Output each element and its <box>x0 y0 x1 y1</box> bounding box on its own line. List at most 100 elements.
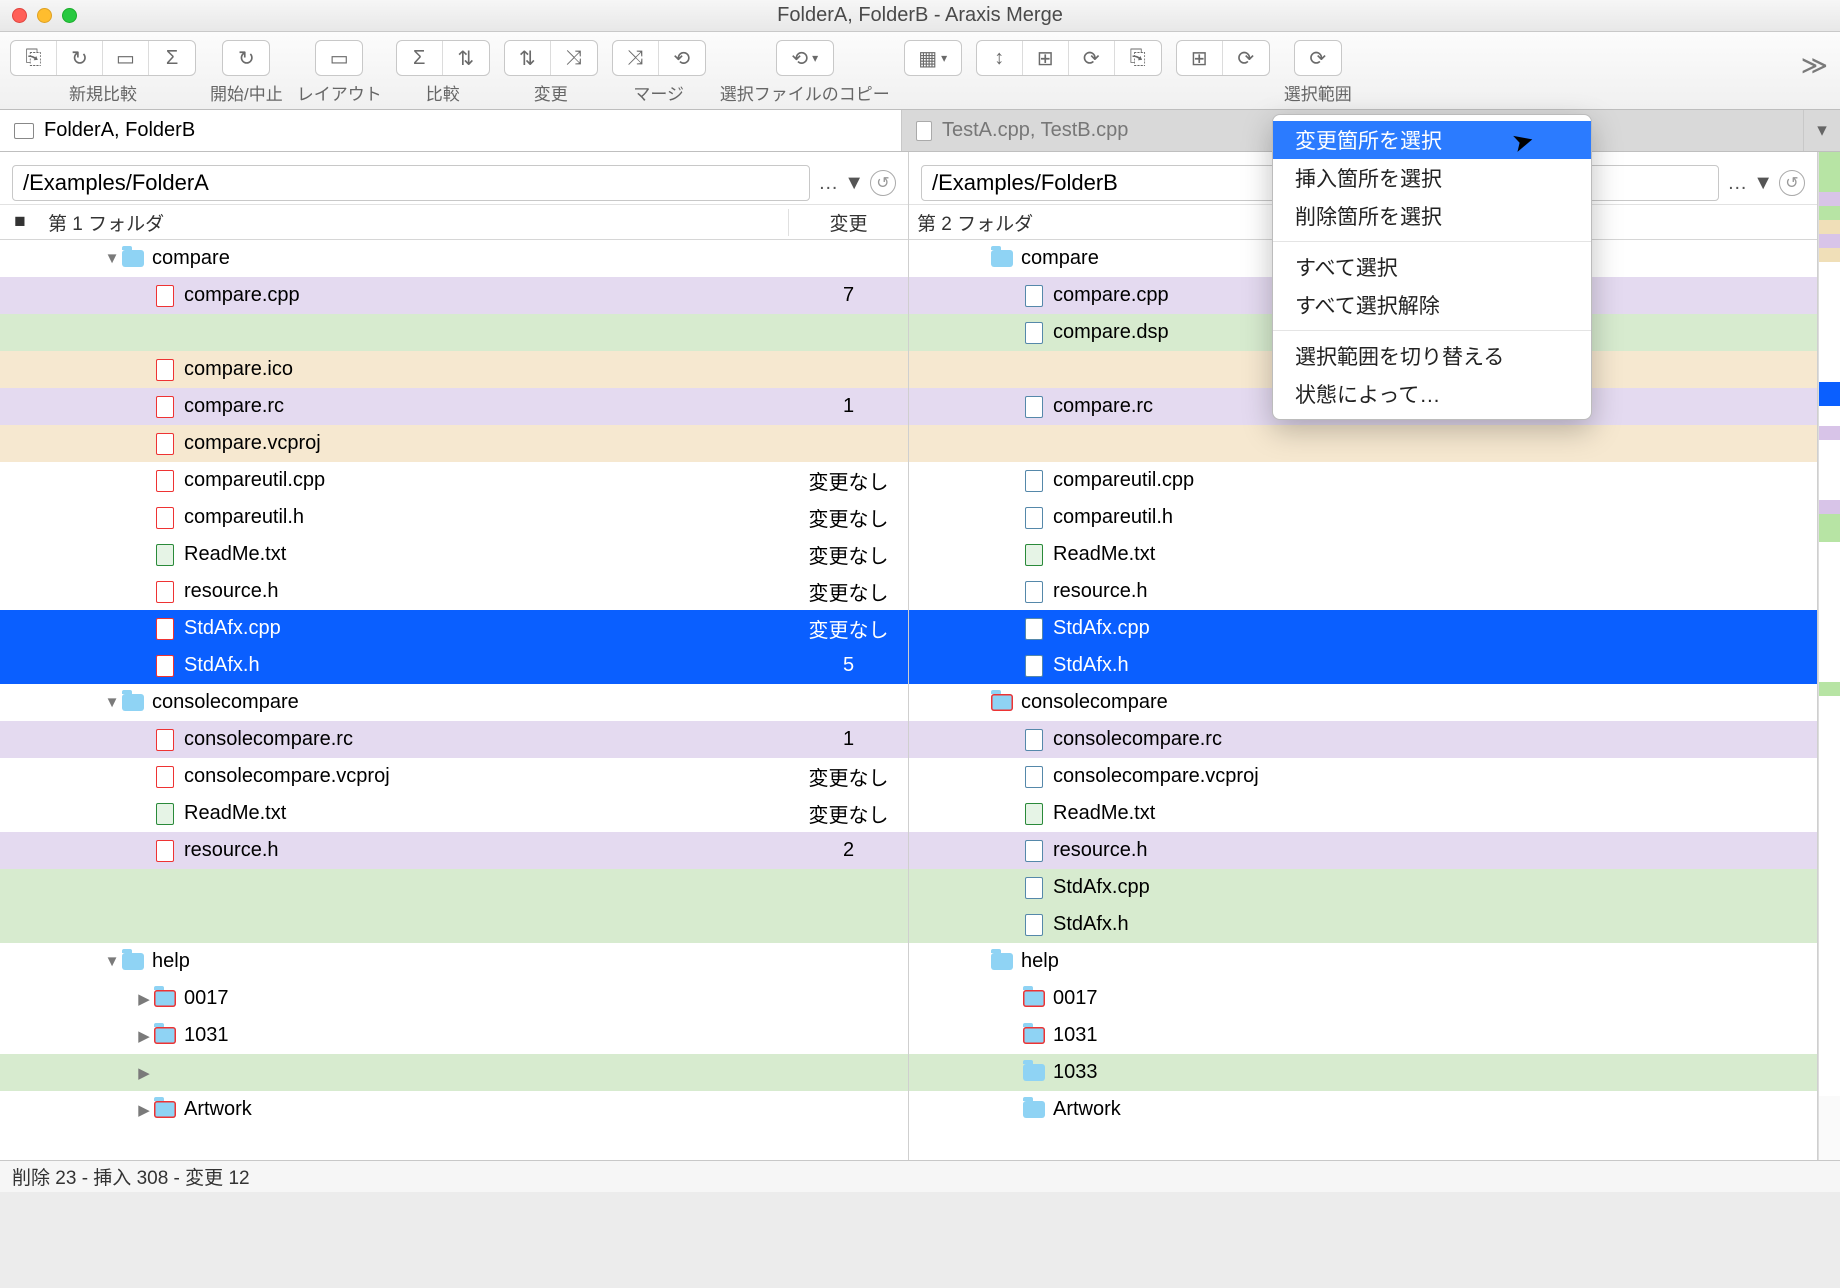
path-more-icon[interactable]: … <box>818 172 838 195</box>
file-row[interactable]: 0017 <box>909 980 1817 1017</box>
toolbar-button[interactable]: ⟲ ▾ <box>777 41 833 75</box>
file-row[interactable]: resource.h変更なし <box>0 573 908 610</box>
disclosure-icon[interactable]: ▼ <box>102 953 122 970</box>
disclosure-icon[interactable]: ▶ <box>134 1027 154 1045</box>
file-row[interactable]: compare.cpp7 <box>0 277 908 314</box>
toolbar-button[interactable]: ↕ <box>977 41 1023 75</box>
toolbar-button[interactable]: ⟳ <box>1069 41 1115 75</box>
minimap-segment[interactable] <box>1819 696 1840 1096</box>
file-row[interactable]: ▼ help <box>0 943 908 980</box>
minimap-segment[interactable] <box>1819 542 1840 682</box>
menu-item[interactable]: 挿入箇所を選択 <box>1273 159 1591 197</box>
toolbar-button[interactable]: ⇅ <box>505 41 551 75</box>
menu-item[interactable]: すべて選択解除 <box>1273 286 1591 324</box>
chevron-down-icon[interactable]: ▼ <box>1753 172 1773 195</box>
toolbar-button[interactable]: ↻ <box>57 41 103 75</box>
tab-overflow[interactable]: ▾ <box>1804 110 1840 151</box>
minimap-segment[interactable] <box>1819 382 1840 406</box>
file-row[interactable]: consolecompare.rc <box>909 721 1817 758</box>
minimap-segment[interactable] <box>1819 514 1840 542</box>
close-icon[interactable] <box>12 8 27 23</box>
toolbar-overflow-icon[interactable]: ≫ <box>1801 50 1828 81</box>
history-icon[interactable]: ↺ <box>870 170 896 196</box>
file-row[interactable]: ReadMe.txt変更なし <box>0 795 908 832</box>
path-input[interactable] <box>12 165 810 201</box>
disclosure-icon[interactable]: ▶ <box>134 1064 154 1082</box>
file-row[interactable]: consolecompare <box>909 684 1817 721</box>
file-row[interactable]: 1033 <box>909 1054 1817 1091</box>
toolbar-button[interactable]: ⤨ <box>551 41 597 75</box>
zoom-icon[interactable] <box>62 8 77 23</box>
file-row[interactable]: 1031 <box>909 1017 1817 1054</box>
disclosure-icon[interactable]: ▼ <box>102 250 122 267</box>
file-row[interactable]: StdAfx.h <box>909 647 1817 684</box>
minimap-segment[interactable] <box>1819 220 1840 234</box>
file-row[interactable]: StdAfx.cpp <box>909 610 1817 647</box>
minimap-segment[interactable] <box>1819 152 1840 192</box>
file-row[interactable]: ▼ consolecompare <box>0 684 908 721</box>
file-row[interactable]: ReadMe.txt変更なし <box>0 536 908 573</box>
minimap-segment[interactable] <box>1819 262 1840 382</box>
file-row[interactable] <box>0 869 908 906</box>
menu-item[interactable]: 変更箇所を選択 <box>1273 121 1591 159</box>
file-row[interactable]: compareutil.h <box>909 499 1817 536</box>
col-folder[interactable]: 第 1 フォルダ <box>40 209 788 236</box>
toolbar-button[interactable]: Σ <box>149 41 195 75</box>
file-row[interactable]: compareutil.h変更なし <box>0 499 908 536</box>
file-row[interactable]: resource.h2 <box>0 832 908 869</box>
minimap-segment[interactable] <box>1819 234 1840 248</box>
minimap-segment[interactable] <box>1819 426 1840 440</box>
toolbar-button[interactable]: ⟳ <box>1295 41 1341 75</box>
toolbar-button[interactable]: ▭ <box>316 41 362 75</box>
file-row[interactable]: Artwork <box>909 1091 1817 1128</box>
file-row[interactable]: ▼ compare <box>0 240 908 277</box>
toolbar-button[interactable]: ⊞ <box>1023 41 1069 75</box>
menu-item[interactable]: 状態によって… <box>1273 375 1591 413</box>
toolbar-button[interactable]: ⟳ <box>1223 41 1269 75</box>
toolbar-button[interactable]: ⤨ <box>613 41 659 75</box>
file-row[interactable] <box>0 314 908 351</box>
menu-item[interactable]: 削除箇所を選択 <box>1273 197 1591 235</box>
file-row[interactable]: resource.h <box>909 832 1817 869</box>
disclosure-icon[interactable]: ▶ <box>134 990 154 1008</box>
minimap-segment[interactable] <box>1819 248 1840 262</box>
toolbar-button[interactable]: ⇅ <box>443 41 489 75</box>
toolbar-button[interactable]: ⟲ <box>659 41 705 75</box>
file-row[interactable]: compareutil.cpp変更なし <box>0 462 908 499</box>
file-row[interactable]: ▶ 0017 <box>0 980 908 1017</box>
toolbar-button[interactable]: ↻ <box>223 41 269 75</box>
file-row[interactable]: StdAfx.cpp変更なし <box>0 610 908 647</box>
tab-folder-compare[interactable]: FolderA, FolderB <box>0 110 902 151</box>
file-row[interactable]: compare.ico <box>0 351 908 388</box>
file-row[interactable]: consolecompare.vcproj変更なし <box>0 758 908 795</box>
toolbar-button[interactable]: ⎘ <box>1115 41 1161 75</box>
minimap-segment[interactable] <box>1819 192 1840 206</box>
minimize-icon[interactable] <box>37 8 52 23</box>
minimap-segment[interactable] <box>1819 500 1840 514</box>
file-row[interactable]: consolecompare.rc1 <box>0 721 908 758</box>
toolbar-button[interactable]: ▦ ▾ <box>905 41 961 75</box>
menu-item[interactable]: すべて選択 <box>1273 248 1591 286</box>
chevron-down-icon[interactable]: ▼ <box>844 172 864 195</box>
file-row[interactable]: ▶ Artwork <box>0 1091 908 1128</box>
file-row[interactable]: ReadMe.txt <box>909 536 1817 573</box>
menu-item[interactable]: 選択範囲を切り替える <box>1273 337 1591 375</box>
minimap-segment[interactable] <box>1819 682 1840 696</box>
file-row[interactable]: ▶ 1031 <box>0 1017 908 1054</box>
file-row[interactable] <box>0 906 908 943</box>
file-row[interactable]: consolecompare.vcproj <box>909 758 1817 795</box>
path-more-icon[interactable]: … <box>1727 172 1747 195</box>
minimap-segment[interactable] <box>1819 206 1840 220</box>
disclosure-icon[interactable]: ▼ <box>102 694 122 711</box>
toolbar-button[interactable]: Σ <box>397 41 443 75</box>
minimap-segment[interactable] <box>1819 440 1840 500</box>
file-row[interactable] <box>909 425 1817 462</box>
file-row[interactable]: StdAfx.h5 <box>0 647 908 684</box>
file-row[interactable]: compareutil.cpp <box>909 462 1817 499</box>
file-row[interactable]: compare.rc1 <box>0 388 908 425</box>
file-row[interactable]: resource.h <box>909 573 1817 610</box>
col-change[interactable]: 変更 <box>788 209 908 236</box>
toolbar-button[interactable]: ⊞ <box>1177 41 1223 75</box>
file-row[interactable]: help <box>909 943 1817 980</box>
toolbar-button[interactable]: ⎘ <box>11 41 57 75</box>
